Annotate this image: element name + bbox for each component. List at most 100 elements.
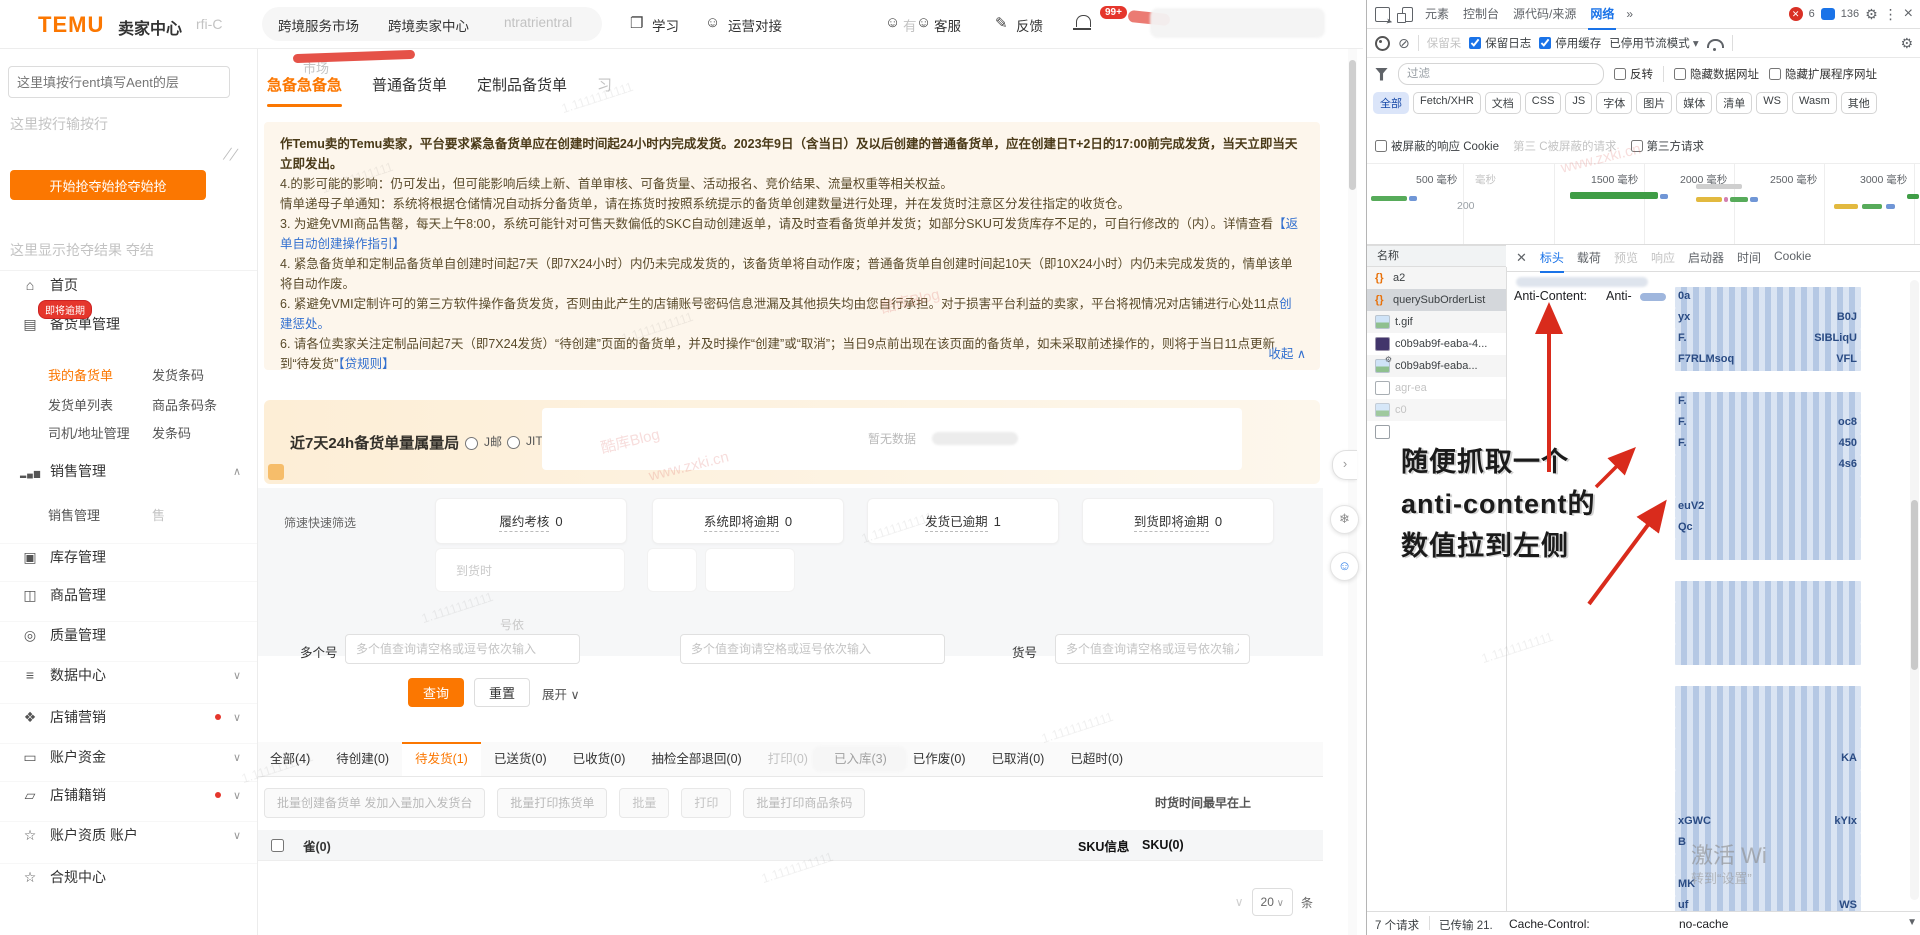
stat-card[interactable]: 履约考核 0 [435,498,627,544]
sidebar-item[interactable]: 质量管理 [0,621,257,648]
resize-handle[interactable]: ╱╱ [223,147,238,162]
network-settings-gear-icon[interactable]: ⚙ [1900,35,1913,52]
close-details-icon[interactable]: ✕ [1516,250,1527,266]
throttling-select[interactable]: 已停用节流模式 [1609,35,1698,51]
sidebar-item[interactable]: 数据中心 [0,661,257,688]
status-tab[interactable]: 已超时(0) [1057,742,1136,776]
request-type-chip[interactable]: Fetch/XHR [1413,92,1481,114]
network-timeline[interactable]: 500 毫秒毫秒1500 毫秒2000 毫秒2500 毫秒3000 毫秒 200 [1367,163,1920,245]
plugin-row-input[interactable] [8,66,230,98]
request-type-chip[interactable]: WS [1756,92,1788,114]
topbar-nav-link[interactable]: ntratrientral [504,15,572,30]
status-tab[interactable]: 全部(4) [257,742,323,776]
request-row[interactable]: c0b9ab9f-eaba-4... [1367,333,1506,355]
disable-cache-input[interactable] [1539,37,1551,49]
network-filter-input[interactable] [1398,63,1604,85]
sidebar-item[interactable]: 库存管理 [0,543,257,570]
ops-link[interactable]: 运营对接 [728,15,782,35]
message-badge-icon[interactable] [1821,8,1835,20]
submenu-link[interactable]: 我的备货单 [48,365,113,384]
inspect-icon[interactable] [1375,7,1390,22]
search-button[interactable]: 查询 [408,678,464,707]
submenu-link[interactable]: 销售管理 [48,505,100,524]
details-tab[interactable]: 启动器 [1688,245,1724,273]
submenu-link[interactable]: 发货单列表 [48,395,113,414]
radio-normal[interactable]: J邮 [460,433,502,450]
hide-data-input[interactable] [1674,68,1686,80]
filter-input-3[interactable] [1055,634,1250,664]
batch-button[interactable]: 批量创建备货单 发加入量加入发货台 [264,788,485,818]
devtools-tab[interactable]: 网络 [1588,0,1616,30]
status-tab[interactable]: 待创建(0) [323,742,402,776]
clear-icon[interactable]: ⊘ [1398,35,1410,52]
more-tabs-chevron[interactable]: » [1626,7,1633,21]
details-tab[interactable]: 预览 [1614,245,1638,273]
close-icon[interactable]: × [1904,5,1913,23]
details-tab[interactable]: Cookie [1774,245,1811,273]
blocked-cookies-input[interactable] [1375,140,1387,152]
submenu-link[interactable]: 商品条码条 [152,395,217,414]
request-type-chip[interactable]: 媒体 [1676,92,1712,114]
blocked-cookies-checkbox[interactable]: 被屏蔽的响应 Cookie [1375,138,1499,154]
request-type-chip[interactable]: 字体 [1596,92,1632,114]
learn-link[interactable]: 学习 [652,15,679,35]
filter-input-1[interactable] [345,634,580,664]
sort-order-label[interactable]: 时货时间最早在上 [1155,794,1251,811]
status-tab[interactable]: 已作废(0) [900,742,979,776]
sidebar-item[interactable]: 合规中心 [0,863,257,890]
expand-link[interactable]: 展开 ∨ [542,684,580,703]
details-tab[interactable]: 响应 [1651,245,1675,273]
select-all-checkbox[interactable] [271,839,284,852]
record-icon[interactable] [1375,36,1390,51]
status-tab[interactable]: 已送货(0) [481,742,560,776]
filter-input-2[interactable] [680,634,945,664]
details-tab[interactable]: 载荷 [1577,245,1601,273]
submenu-link[interactable]: 售 [152,505,165,524]
request-row[interactable]: c0 [1367,399,1506,421]
customer-service-button[interactable]: ☺ [1330,552,1359,581]
snowflake-button[interactable]: ❄ [1330,505,1359,534]
batch-button[interactable]: 批量打印拣货单 [497,788,607,818]
disable-cache-checkbox[interactable]: 停用缓存 [1539,35,1601,51]
page-size-select[interactable]: 20 [1252,888,1293,916]
topbar-nav-link[interactable]: 跨境服务市场 [278,15,359,35]
status-tab[interactable]: 已收货(0) [560,742,639,776]
topbar-nav-link[interactable]: 跨境卖家中心 [388,15,469,35]
collapse-handle[interactable]: › [1332,450,1357,480]
details-tab[interactable]: 时间 [1737,245,1761,273]
stat-card[interactable]: 发货已逾期 1 [867,498,1059,544]
request-type-chip[interactable]: Wasm [1792,92,1837,114]
order-type-tab[interactable]: 习 [597,74,612,107]
third-party-input[interactable] [1631,140,1643,152]
details-tab[interactable]: 标头 [1540,245,1564,273]
submenu-link[interactable]: 司机/地址管理 [48,423,130,442]
order-type-tab[interactable]: 急备急备急 [267,74,342,107]
notice-link[interactable]: 【贷规则】 [338,357,394,370]
batch-button[interactable]: 打印 [681,788,731,818]
sidebar-item[interactable]: 账户资质 账户 [0,821,257,848]
request-type-chip[interactable]: 其他 [1841,92,1877,114]
radio-jit[interactable]: JIT [502,433,543,449]
batch-button[interactable]: 批量打印商品条码 [743,788,865,818]
request-type-chip[interactable]: 文档 [1485,92,1521,114]
devtools-tab[interactable]: 源代码/来源 [1511,0,1578,30]
request-row[interactable]: agr-ea [1367,377,1506,399]
sidebar-item-sales[interactable]: 销售管理 [0,458,257,484]
collapse-link[interactable]: 收起 ∧ [1268,343,1306,362]
service-link[interactable]: 客服 [934,15,961,35]
request-row[interactable]: t.gif [1367,311,1506,333]
filter-funnel-icon[interactable] [1375,68,1388,81]
scroll-down-arrow[interactable]: ▼ [1907,917,1917,928]
batch-button[interactable]: 批量 [619,788,669,818]
stat-card[interactable]: 系统即将逾期 0 [652,498,844,544]
bell-icon[interactable] [1076,15,1091,27]
feedback-link[interactable]: 反馈 [1016,15,1043,35]
request-type-chip[interactable]: 清单 [1716,92,1752,114]
request-type-chip[interactable]: 全部 [1373,92,1409,114]
sidebar-item[interactable]: 店铺籍销 [0,781,257,808]
device-toolbar-icon[interactable] [1402,7,1413,22]
order-type-tab[interactable]: 定制品备货单 [477,74,567,107]
request-row[interactable]: querySubOrderList [1367,289,1506,311]
request-type-chip[interactable]: CSS [1525,92,1562,114]
network-conditions-icon[interactable] [1707,39,1724,48]
